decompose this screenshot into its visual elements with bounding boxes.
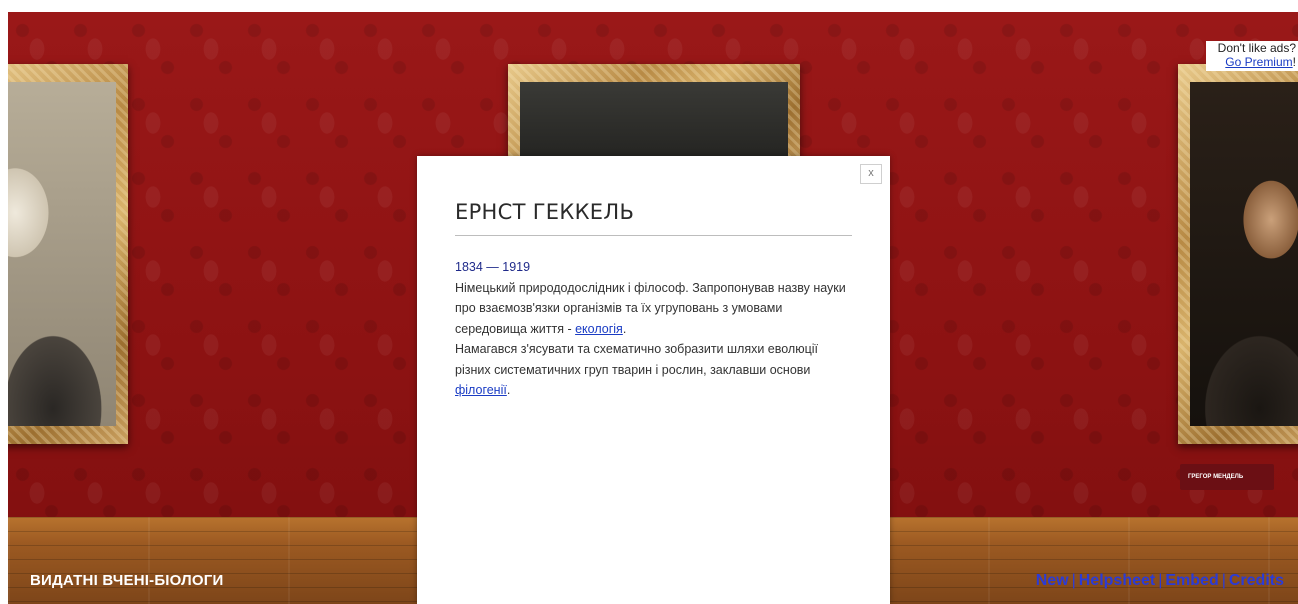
paragraph-2-text: Намагався з'ясувати та схематично зобраз… [455,342,819,377]
ad-notice: Don't like ads? Go Premium! [1206,41,1298,71]
portrait-frame-left[interactable] [8,64,128,444]
life-years: 1834 — 1919 [455,260,531,274]
nameplate-right[interactable]: ГРЕГОР МЕНДЕЛЬ [1180,464,1274,490]
separator: | [1221,572,1226,589]
modal-title: ЕРНСТ ГЕККЕЛЬ [455,200,635,224]
new-link[interactable]: New [1036,572,1069,589]
separator: | [1158,572,1163,589]
phylogeny-link[interactable]: філогенії [455,383,507,397]
paragraph-2: Намагався з'ясувати та схематично зобраз… [455,339,857,401]
portrait-image-right [1190,82,1298,426]
go-premium-link[interactable]: Go Premium [1225,55,1292,69]
paragraph-1-end: . [622,321,627,336]
embed-link[interactable]: Embed [1165,572,1218,589]
ecology-link[interactable]: екологія [575,322,623,336]
paragraph-1: Німецький природодослідник і філософ. За… [455,278,857,340]
separator: | [1071,572,1076,589]
paragraph-1-text: Німецький природодослідник і філософ. За… [455,280,846,336]
ad-notice-text: Don't like ads? [1217,41,1296,55]
portrait-image-left [8,82,116,426]
gallery-title: ВИДАТНІ ВЧЕНІ-БІОЛОГИ [30,572,224,589]
title-divider [455,235,852,236]
close-button[interactable]: x [860,164,882,184]
footer-links: New | Helpsheet | Embed | Credits [1036,572,1284,590]
portrait-frame-right[interactable] [1178,64,1298,444]
paragraph-2-end: . [506,383,511,397]
credits-link[interactable]: Credits [1229,572,1284,589]
modal-body: 1834 — 1919 Німецький природодослідник і… [455,257,857,401]
scientist-modal: x ЕРНСТ ГЕККЕЛЬ 1834 — 1919 Німецький пр… [417,156,890,604]
helpsheet-link[interactable]: Helpsheet [1079,572,1155,589]
ad-notice-suffix: ! [1292,55,1296,69]
